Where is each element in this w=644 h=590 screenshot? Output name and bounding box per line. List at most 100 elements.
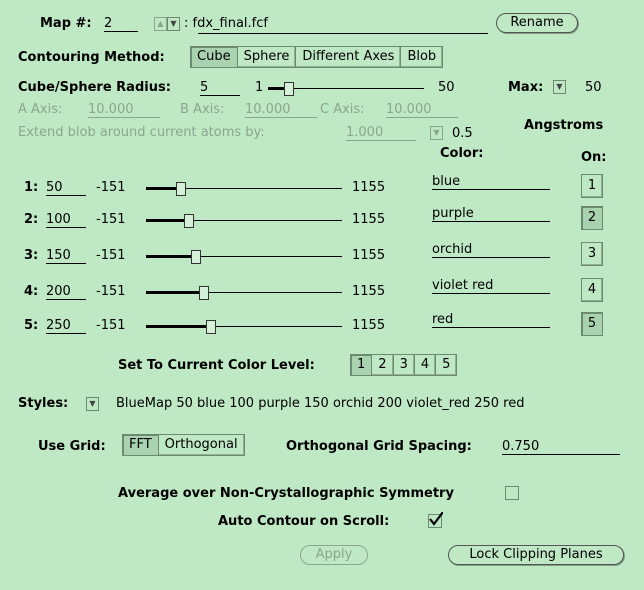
level-slider-thumb[interactable] (176, 182, 186, 196)
level-value-field[interactable]: 250 (46, 318, 86, 334)
radius-slider-thumb[interactable] (284, 82, 294, 96)
level-min-label: -151 (96, 284, 126, 299)
level-min-label: -151 (96, 180, 126, 195)
extend-blob-small-value: 0.5 (452, 126, 473, 141)
level-color-field[interactable]: violet red (432, 278, 550, 294)
level-index-label: 1: (24, 180, 39, 195)
contouring-method-selector[interactable]: Cube Sphere Different Axes Blob (190, 46, 444, 68)
level-on-toggle[interactable]: 4 (581, 278, 603, 302)
level-color-field[interactable]: red (432, 312, 550, 328)
map-file-name: : fdx_final.fcf (184, 16, 268, 31)
level-on-toggle[interactable]: 2 (581, 206, 603, 230)
level-min-label: -151 (96, 248, 126, 263)
ncs-checkbox[interactable] (505, 486, 519, 500)
level-color-field[interactable]: orchid (432, 242, 550, 258)
level-slider-thumb[interactable] (199, 286, 209, 300)
level-slider-thumb[interactable] (206, 320, 216, 334)
level-index-label: 2: (24, 212, 39, 227)
set-level-option-1[interactable]: 1 (350, 354, 373, 376)
a-axis-field[interactable]: 10.000 (88, 102, 160, 118)
level-index-label: 5: (24, 318, 39, 333)
c-axis-label: C Axis: (320, 102, 365, 117)
level-color-field[interactable]: purple (432, 206, 550, 222)
extend-blob-label: Extend blob around current atoms by: (18, 125, 265, 140)
radius-slider[interactable] (268, 82, 424, 96)
use-grid-label: Use Grid: (38, 439, 106, 454)
set-level-option-5[interactable]: 5 (436, 354, 458, 376)
level-value-field[interactable]: 50 (46, 180, 86, 196)
level-slider[interactable] (146, 320, 342, 334)
level-min-label: -151 (96, 212, 126, 227)
extend-blob-field[interactable]: 1.000 (346, 125, 416, 141)
grid-selector[interactable]: FFT Orthogonal (122, 434, 245, 456)
b-axis-field[interactable]: 10.000 (245, 102, 317, 118)
level-slider-fill (146, 325, 206, 328)
set-level-selector[interactable]: 1 2 3 4 5 (350, 354, 458, 376)
level-value-field[interactable]: 150 (46, 248, 86, 264)
level-slider-thumb[interactable] (191, 250, 201, 264)
angstroms-label: Angstroms (524, 118, 604, 133)
radius-min-label: 1 (255, 80, 264, 95)
auto-contour-checkbox[interactable] (428, 512, 443, 528)
level-slider-fill (146, 291, 199, 294)
level-max-label: 1155 (352, 318, 386, 333)
b-axis-label: B Axis: (180, 102, 225, 117)
contouring-option-cube[interactable]: Cube (190, 46, 238, 68)
map-decrement-down-icon[interactable]: ▼ (167, 17, 180, 31)
level-max-label: 1155 (352, 284, 386, 299)
level-color-field[interactable]: blue (432, 174, 550, 190)
level-slider[interactable] (146, 286, 342, 300)
level-max-label: 1155 (352, 212, 386, 227)
level-slider-fill (146, 219, 184, 222)
styles-dropdown-icon[interactable]: ▼ (86, 397, 99, 411)
level-index-label: 3: (24, 248, 39, 263)
grid-option-orthogonal[interactable]: Orthogonal (158, 434, 245, 456)
set-level-label: Set To Current Color Level: (118, 358, 315, 373)
level-on-toggle[interactable]: 5 (581, 312, 603, 336)
on-column-header: On: (581, 150, 607, 165)
map-number-label: Map #: (40, 16, 92, 31)
map-number-field[interactable]: 2 (104, 16, 138, 32)
level-slider-fill (146, 187, 176, 190)
level-min-label: -151 (96, 318, 126, 333)
rename-button[interactable]: Rename (496, 13, 578, 33)
c-axis-field[interactable]: 10.000 (386, 102, 458, 118)
max-label: Max: (508, 80, 544, 95)
level-slider[interactable] (146, 214, 342, 228)
level-slider-fill (146, 255, 191, 258)
radius-max-label: 50 (438, 80, 455, 95)
level-slider[interactable] (146, 182, 342, 196)
level-slider-thumb[interactable] (184, 214, 194, 228)
set-level-option-3[interactable]: 3 (393, 354, 415, 376)
map-increment-up-icon[interactable]: ▲ (154, 17, 167, 31)
contouring-method-label: Contouring Method: (18, 50, 165, 65)
max-value: 50 (585, 80, 602, 95)
grid-option-fft[interactable]: FFT (122, 434, 159, 456)
styles-value: BlueMap 50 blue 100 purple 150 orchid 20… (116, 396, 525, 411)
level-value-field[interactable]: 100 (46, 212, 86, 228)
a-axis-label: A Axis: (18, 102, 63, 117)
styles-label: Styles: (18, 396, 69, 411)
contouring-option-different-axes[interactable]: Different Axes (296, 46, 402, 68)
lock-clipping-planes-button[interactable]: Lock Clipping Planes (448, 545, 624, 565)
contouring-option-blob[interactable]: Blob (401, 46, 444, 68)
set-level-option-2[interactable]: 2 (372, 354, 394, 376)
grid-spacing-field[interactable]: 0.750 (502, 439, 620, 455)
level-on-toggle[interactable]: 1 (581, 174, 603, 198)
level-on-toggle[interactable]: 3 (581, 242, 603, 266)
ncs-label: Average over Non-Crystallographic Symmet… (118, 486, 454, 501)
extend-blob-dropdown-icon[interactable]: ▼ (430, 126, 443, 140)
level-slider[interactable] (146, 250, 342, 264)
contouring-option-sphere[interactable]: Sphere (237, 46, 297, 68)
radius-field[interactable]: 5 (200, 80, 240, 96)
max-dropdown-icon[interactable]: ▼ (553, 80, 566, 94)
level-value-field[interactable]: 200 (46, 284, 86, 300)
apply-button[interactable]: Apply (300, 545, 368, 565)
grid-spacing-label: Orthogonal Grid Spacing: (286, 439, 472, 454)
level-max-label: 1155 (352, 180, 386, 195)
map-file-underline (198, 33, 488, 34)
set-level-option-4[interactable]: 4 (414, 354, 437, 376)
checkmark-icon (429, 512, 443, 526)
level-max-label: 1155 (352, 248, 386, 263)
radius-label: Cube/Sphere Radius: (18, 80, 171, 95)
